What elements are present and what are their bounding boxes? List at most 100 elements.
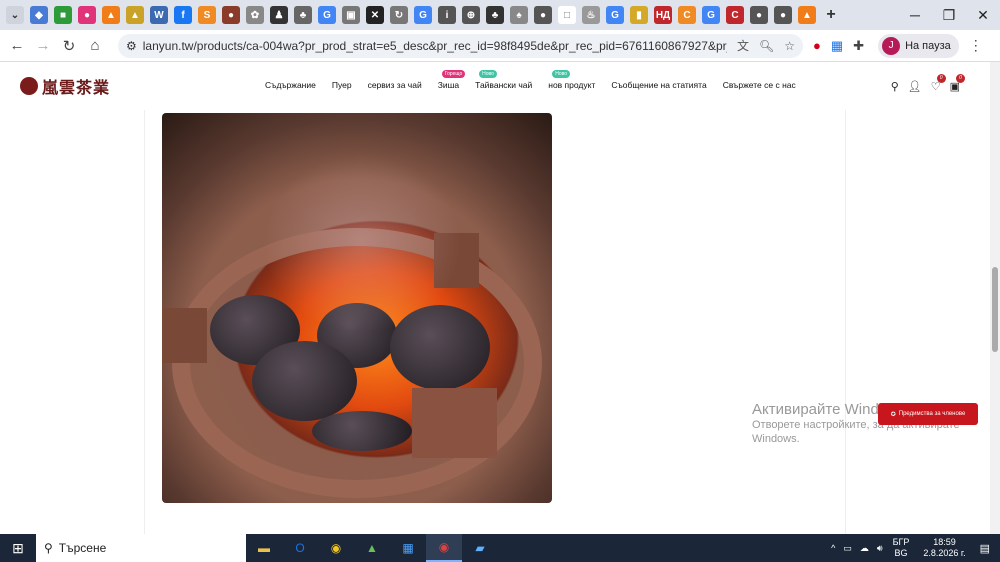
home-button[interactable]: ⌂ bbox=[82, 37, 108, 54]
forward-button[interactable]: → bbox=[30, 37, 56, 54]
tab-icon-22[interactable]: ● bbox=[534, 6, 552, 24]
extensions-puzzle-icon[interactable]: ✚ bbox=[853, 38, 864, 54]
nav-item[interactable]: Пуер bbox=[332, 80, 352, 90]
nav-item[interactable]: Съдържание bbox=[265, 80, 316, 90]
browser-tab-strip: ⌄ ◆ ■ ● ▲ ▲ Wf S ● ✿ ♟ ♣ G ▣ ✕ ↻ Gi ⊕ ♣ ♠ ● □ ♨ G ▮ НД C G C ● ● ▲ + ─… bbox=[0, 0, 1000, 30]
clock[interactable]: 18:59 2.8.2026 г. bbox=[923, 537, 965, 559]
site-info-icon[interactable]: ⚙ bbox=[126, 39, 137, 53]
tab-icon-31[interactable]: ● bbox=[750, 6, 768, 24]
nav-item[interactable]: сервиз за чай bbox=[368, 80, 422, 90]
tab-icon-4[interactable]: ▲ bbox=[102, 6, 120, 24]
tab-icon-28[interactable]: C bbox=[678, 6, 696, 24]
network-icon[interactable]: ☁ bbox=[860, 543, 869, 554]
back-button[interactable]: ← bbox=[4, 37, 30, 54]
avatar: J bbox=[882, 36, 901, 55]
calendar-extension-icon[interactable]: ▦ bbox=[831, 38, 843, 54]
nav-item-label: Свържете се с нас bbox=[722, 80, 796, 90]
charcoal-piece bbox=[312, 411, 412, 451]
bookmark-star-icon[interactable]: ☆ bbox=[784, 39, 795, 53]
tab-icon-8[interactable]: S bbox=[198, 6, 216, 24]
product-image[interactable] bbox=[162, 113, 552, 503]
tab-icon-6[interactable]: W bbox=[150, 6, 168, 24]
tab-icon-1[interactable]: ◆ bbox=[30, 6, 48, 24]
stove-support bbox=[412, 388, 497, 458]
tab-icon-27[interactable]: НД bbox=[654, 6, 672, 24]
nav-item[interactable]: Тайвански чай Ново bbox=[475, 70, 532, 90]
reload-button[interactable]: ↻ bbox=[56, 37, 82, 55]
tab-icon-3[interactable]: ● bbox=[78, 6, 96, 24]
tab-icon-5[interactable]: ▲ bbox=[126, 6, 144, 24]
taskbar-search-text: Търсене bbox=[58, 541, 107, 555]
benefits-icon: ✪ bbox=[890, 411, 896, 418]
site-logo[interactable]: 嵐雲茶業 bbox=[20, 74, 110, 98]
outlook-icon[interactable]: O bbox=[282, 534, 318, 562]
tab-icon-29[interactable]: G bbox=[702, 6, 720, 24]
logo-text: 嵐雲茶業 bbox=[42, 78, 111, 97]
tab-icon-24[interactable]: ♨ bbox=[582, 6, 600, 24]
member-benefits-button[interactable]: ✪ Предимства за членове bbox=[878, 403, 978, 425]
opera-extension-icon[interactable]: ● bbox=[813, 38, 821, 53]
nav-item[interactable]: нов продукт Ново bbox=[548, 70, 596, 90]
tab-icon-18[interactable]: i bbox=[438, 6, 456, 24]
tab-icon-10[interactable]: ✿ bbox=[246, 6, 264, 24]
photos-icon[interactable]: ▰ bbox=[462, 534, 498, 562]
tab-icon-19[interactable]: ⊕ bbox=[462, 6, 480, 24]
zoom-icon[interactable]: 🔍︎ bbox=[759, 39, 774, 53]
notification-icon[interactable]: ▤ bbox=[980, 542, 990, 555]
tab-icon-13[interactable]: G bbox=[318, 6, 336, 24]
tab-icon-16[interactable]: ↻ bbox=[390, 6, 408, 24]
tab-icon-12[interactable]: ♣ bbox=[294, 6, 312, 24]
menu-kebab-icon[interactable]: ⋮ bbox=[969, 37, 983, 54]
nav-item[interactable]: Зиша Горещо bbox=[438, 70, 466, 90]
translate-icon[interactable]: 文 bbox=[737, 37, 749, 54]
page-scrollbar[interactable] bbox=[990, 62, 1000, 534]
url-text[interactable]: lanyun.tw/products/ca-004wa?pr_prod_stra… bbox=[143, 39, 727, 53]
wishlist-icon[interactable]: ♡ 0 bbox=[931, 74, 946, 93]
chrome-profile-icon[interactable]: ◉ bbox=[426, 534, 462, 562]
tab-icon-33[interactable]: ▲ bbox=[798, 6, 816, 24]
tab-icon-32[interactable]: ● bbox=[774, 6, 792, 24]
clock-date: 2.8.2026 г. bbox=[923, 548, 966, 558]
language-indicator[interactable]: БГР BG bbox=[893, 537, 910, 559]
close-window-button[interactable]: ✕ bbox=[966, 7, 1000, 24]
tab-icon-25[interactable]: G bbox=[606, 6, 624, 24]
tab-icon-14[interactable]: ▣ bbox=[342, 6, 360, 24]
minimize-button[interactable]: ─ bbox=[898, 7, 932, 23]
tab-icon-26[interactable]: ▮ bbox=[630, 6, 648, 24]
profile-chip[interactable]: J На пауза bbox=[878, 33, 959, 58]
tab-icon-17[interactable]: G bbox=[414, 6, 432, 24]
tab-icon-23[interactable]: □ bbox=[558, 6, 576, 24]
charcoal-piece bbox=[252, 341, 357, 421]
clock-time: 18:59 bbox=[933, 537, 956, 547]
tab-icon-7[interactable]: f bbox=[174, 6, 192, 24]
taskbar-search[interactable]: ⚲ Търсене bbox=[36, 534, 246, 562]
store-icon[interactable]: ▦ bbox=[390, 534, 426, 562]
scrollbar-thumb[interactable] bbox=[992, 267, 998, 352]
search-icon[interactable]: ⚲ bbox=[891, 80, 899, 93]
chrome-icon[interactable]: ◉ bbox=[318, 534, 354, 562]
tab-icon-11[interactable]: ♟ bbox=[270, 6, 288, 24]
tab-icon-30[interactable]: C bbox=[726, 6, 744, 24]
file-explorer-icon[interactable]: ▬ bbox=[246, 534, 282, 562]
tab-icon-15[interactable]: ✕ bbox=[366, 6, 384, 24]
tab-icon-9[interactable]: ● bbox=[222, 6, 240, 24]
nav-item[interactable]: Свържете се с нас bbox=[723, 80, 796, 90]
tray-app-icon[interactable]: ▭ bbox=[843, 543, 852, 554]
nav-item-label: нов продукт bbox=[548, 80, 596, 90]
restore-button[interactable]: ❐ bbox=[932, 7, 966, 24]
tab-icon-20[interactable]: ♣ bbox=[486, 6, 504, 24]
cart-icon[interactable]: ▣ 0 bbox=[950, 74, 965, 93]
account-icon[interactable]: 👤︎ bbox=[908, 80, 922, 93]
chevron-up-icon[interactable]: ^ bbox=[831, 543, 835, 553]
windows-start-icon[interactable]: ⊞ bbox=[0, 540, 36, 557]
tab-icon-2[interactable]: ■ bbox=[54, 6, 72, 24]
nav-item[interactable]: Съобщение на статията bbox=[611, 80, 706, 90]
app-icon[interactable]: ▲ bbox=[354, 534, 390, 562]
search-icon: ⚲ bbox=[44, 541, 53, 555]
new-tab-button[interactable]: + bbox=[822, 6, 840, 24]
volume-icon[interactable]: 🔊︎ bbox=[877, 543, 883, 554]
nav-item-label: Пуер bbox=[331, 80, 352, 90]
address-bar[interactable]: ⚙ lanyun.tw/products/ca-004wa?pr_prod_st… bbox=[118, 33, 803, 58]
tab-icon-21[interactable]: ♠ bbox=[510, 6, 528, 24]
tab-search-icon[interactable]: ⌄ bbox=[6, 6, 24, 24]
